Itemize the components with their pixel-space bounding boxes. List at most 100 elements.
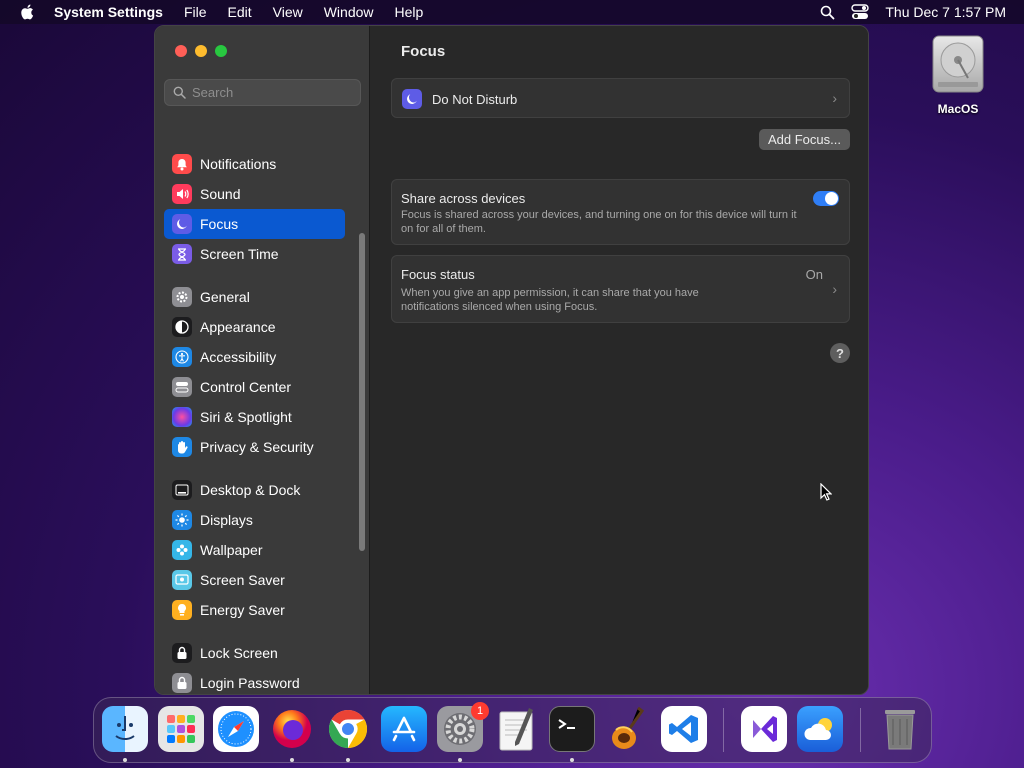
share-across-devices-toggle[interactable] <box>813 191 839 206</box>
sidebar-item-appearance[interactable]: Appearance <box>164 312 345 342</box>
bell-icon <box>172 154 192 174</box>
sidebar-item-wallpaper[interactable]: Wallpaper <box>164 535 345 565</box>
share-across-devices-row: Share across devices Focus is shared acr… <box>391 179 850 245</box>
weather-icon <box>804 718 832 740</box>
sidebar-item-label: Focus <box>200 216 239 232</box>
do-not-disturb-row[interactable]: Do Not Disturb › <box>391 78 850 118</box>
dock-terminal[interactable] <box>549 706 595 752</box>
sidebar-item-label: Accessibility <box>200 349 277 365</box>
sidebar-item-label: Wallpaper <box>200 542 263 558</box>
trash-icon <box>885 710 915 750</box>
mouse-pointer-icon <box>820 482 833 506</box>
search-input[interactable] <box>192 85 352 100</box>
sidebar-item-energy-saver[interactable]: Energy Saver <box>164 595 345 625</box>
sidebar-item-label: Screen Saver <box>200 572 285 588</box>
focus-status-title: Focus status <box>401 267 475 282</box>
desktop-disk[interactable]: MacOS <box>926 34 990 116</box>
sidebar-scrollbar[interactable] <box>359 233 365 551</box>
share-across-devices-title: Share across devices <box>401 191 526 206</box>
dock-garageband[interactable] <box>605 706 651 752</box>
flower-icon <box>172 540 192 560</box>
sidebar-item-desktop-dock[interactable]: Desktop & Dock <box>164 475 345 505</box>
dock-chrome[interactable] <box>325 706 371 752</box>
vscode-icon <box>669 715 698 743</box>
launchpad-icon <box>167 715 195 743</box>
sidebar-item-label: Desktop & Dock <box>200 482 301 498</box>
sidebar-item-label: Energy Saver <box>200 602 285 618</box>
dock-weather[interactable] <box>797 706 843 752</box>
sidebar-item-label: Notifications <box>200 156 277 172</box>
sidebar-item-privacy-security[interactable]: Privacy & Security <box>164 432 345 462</box>
dock-firefox[interactable] <box>269 706 315 752</box>
dock-safari[interactable] <box>213 706 259 752</box>
help-button[interactable]: ? <box>830 343 850 363</box>
minimize-button[interactable] <box>195 45 207 57</box>
focus-status-value: On <box>805 267 823 282</box>
app-store-icon <box>392 716 416 742</box>
focus-status-row[interactable]: Focus status When you give an app permis… <box>391 255 850 323</box>
menu-window[interactable]: Window <box>324 4 374 20</box>
dock-running-indicator <box>458 758 462 762</box>
sidebar-item-sound[interactable]: Sound <box>164 179 345 209</box>
screen-saver-icon <box>172 570 192 590</box>
dock-system-settings[interactable]: 1 <box>437 702 489 752</box>
sidebar-item-screen-time[interactable]: Screen Time <box>164 239 345 269</box>
close-button[interactable] <box>175 45 187 57</box>
menu-bar: System Settings File Edit View Window He… <box>0 0 1024 24</box>
dock-launchpad[interactable] <box>158 706 204 752</box>
dock-app-store[interactable] <box>381 706 427 752</box>
sun-icon <box>172 510 192 530</box>
dock-finder[interactable] <box>102 706 148 752</box>
dock-running-indicator <box>570 758 574 762</box>
terminal-icon <box>558 719 575 729</box>
menu-help[interactable]: Help <box>395 4 424 20</box>
search-icon <box>173 86 186 99</box>
apple-menu-icon[interactable] <box>18 3 36 21</box>
hand-icon <box>172 437 192 457</box>
dock-vscode[interactable] <box>661 706 707 752</box>
sidebar-item-label: Privacy & Security <box>200 439 314 455</box>
sidebar-item-screen-saver[interactable]: Screen Saver <box>164 565 345 595</box>
dock-visual-studio[interactable] <box>741 706 787 752</box>
sidebar-item-notifications[interactable]: Notifications <box>164 149 345 179</box>
gear-icon <box>172 287 192 307</box>
zoom-button[interactable] <box>215 45 227 57</box>
menu-app-name[interactable]: System Settings <box>54 4 163 20</box>
control-center-toggle-icon[interactable] <box>851 4 870 20</box>
guitar-icon <box>612 706 645 749</box>
chevron-right-icon: › <box>832 281 837 297</box>
sidebar-item-general[interactable]: General <box>164 282 345 312</box>
hard-disk-icon <box>930 34 986 94</box>
dock-textedit[interactable] <box>493 706 539 752</box>
sidebar-item-label: Appearance <box>200 319 276 335</box>
sidebar-item-focus[interactable]: Focus <box>164 209 345 239</box>
visual-studio-icon <box>753 716 777 742</box>
dock-running-indicator <box>123 758 127 762</box>
add-focus-button[interactable]: Add Focus... <box>759 129 850 150</box>
menu-edit[interactable]: Edit <box>228 4 252 20</box>
dock-running-indicator <box>290 758 294 762</box>
menu-view[interactable]: View <box>273 4 303 20</box>
dock-trash[interactable] <box>877 706 923 752</box>
sidebar-item-login-password[interactable]: Login Password <box>164 668 345 694</box>
menu-file[interactable]: File <box>184 4 207 20</box>
speaker-icon <box>172 184 192 204</box>
sidebar-item-accessibility[interactable]: Accessibility <box>164 342 345 372</box>
sidebar-item-label: Screen Time <box>200 246 279 262</box>
menu-clock[interactable]: Thu Dec 7 1:57 PM <box>885 4 1006 20</box>
spotlight-search-icon[interactable] <box>820 5 835 20</box>
dock-running-indicator <box>346 758 350 762</box>
moon-icon <box>402 89 422 109</box>
firefox-icon <box>273 710 311 748</box>
siri-icon <box>172 407 192 427</box>
sidebar-item-lock-screen[interactable]: Lock Screen <box>164 638 345 668</box>
control-center-icon <box>172 377 192 397</box>
sidebar-search[interactable] <box>164 79 361 106</box>
system-settings-window: Notifications Sound Focus Screen Time <box>154 25 869 695</box>
sidebar-item-siri-spotlight[interactable]: Siri & Spotlight <box>164 402 345 432</box>
sidebar-item-label: Siri & Spotlight <box>200 409 292 425</box>
sidebar-item-control-center[interactable]: Control Center <box>164 372 345 402</box>
sidebar-item-displays[interactable]: Displays <box>164 505 345 535</box>
sidebar-item-label: Control Center <box>200 379 292 395</box>
dock-icon <box>172 480 192 500</box>
